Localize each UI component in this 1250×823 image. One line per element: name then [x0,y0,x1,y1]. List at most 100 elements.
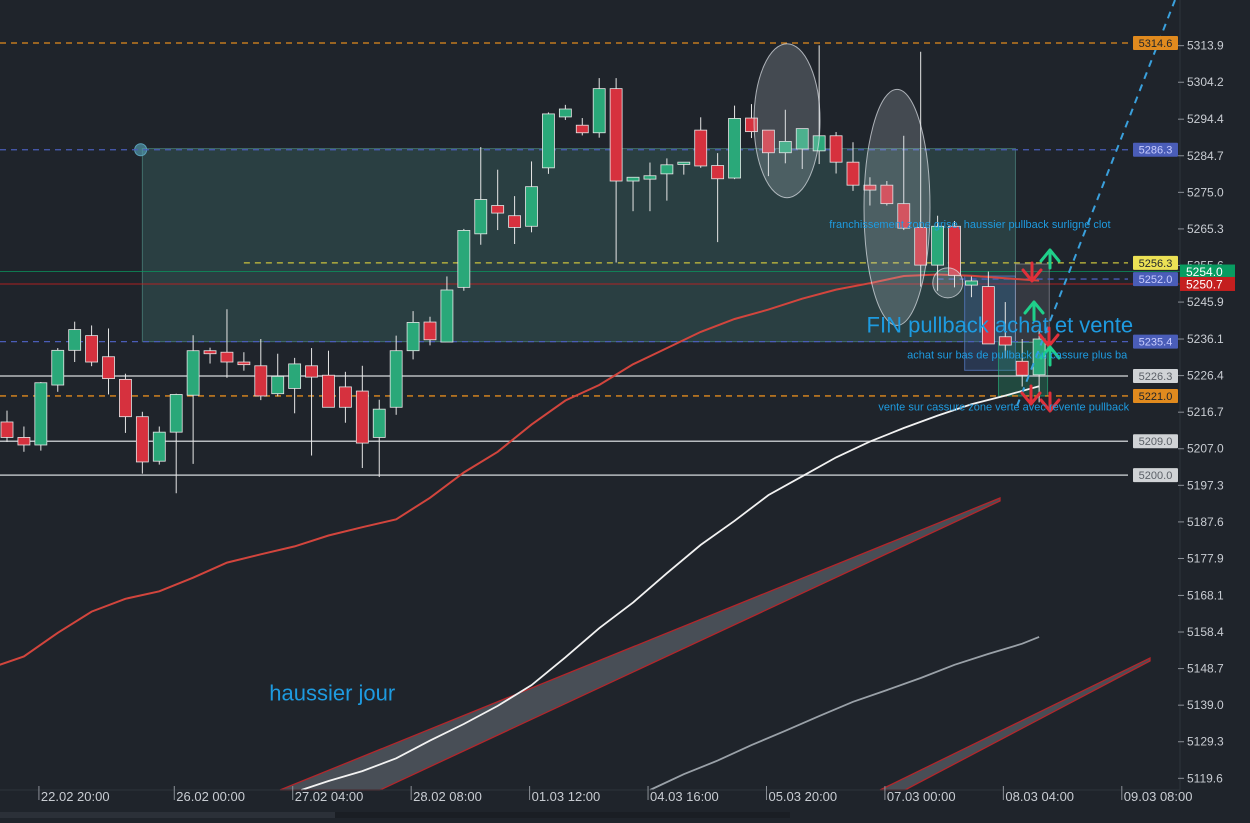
y-tick-label: 5158.4 [1187,625,1224,639]
bull-candle-body [931,225,944,266]
bull-candle-body [152,431,166,462]
bull-candle-body [728,118,741,179]
y-tick-label: 5148.7 [1187,662,1224,676]
bear-candle-body [711,165,725,180]
x-tick-label: 05.03 20:00 [768,789,837,804]
y-tick-label: 5129.3 [1187,735,1224,749]
bear-candle-body [220,351,234,363]
y-tick-label: 5226.4 [1187,369,1224,383]
y-tick-label: 5245.9 [1187,295,1224,309]
bear-candle-body [254,365,268,397]
bull-candle-body [34,382,48,446]
bull-candle-body [457,230,471,288]
bull-candle-body [525,186,538,227]
highlight-ellipse-1 [753,43,821,199]
x-tick-label: 09.03 08:00 [1124,789,1193,804]
x-tick-label: 07.03 00:00 [887,789,956,804]
bear-candle-body [0,421,14,438]
bull-candle-body [288,363,302,389]
annotation-text-3: achat sur bas de pullback ou cassure plu… [907,349,1128,361]
bear-candle-body [1015,360,1029,376]
bull-candle-body [677,161,691,165]
scrollbar-thumb [335,812,790,818]
bull-candle-body [406,322,420,352]
x-tick-label: 08.03 04:00 [1005,789,1074,804]
bear-candle-body [237,361,251,366]
y-tick-label: 5284.7 [1187,149,1224,163]
y-tick-label: 5177.9 [1187,551,1224,565]
bear-candle-body [203,350,217,355]
bull-candle-body [474,199,488,235]
annotation-text-5: haussier jour [269,681,395,706]
bull-candle-body [542,113,555,169]
y-tick-label: 5313.9 [1187,39,1224,53]
bull-candle-body [271,375,285,395]
candle-9 [152,426,166,465]
level-tag-label: 5209.0 [1139,436,1173,448]
y-tick-label: 5197.3 [1187,478,1224,492]
level-tag-label: 5252.0 [1139,274,1173,286]
bear-candle-body [998,336,1012,346]
x-tick-label: 26.02 00:00 [176,789,245,804]
level-tag-label: 5314.6 [1139,38,1173,50]
x-tick-label: 04.03 16:00 [650,789,719,804]
bull-candle-body [389,350,403,408]
candle-3 [51,348,65,392]
bear-candle-body [305,365,318,378]
y-tick-label: 5294.4 [1187,112,1224,126]
annotation-text-2: FIN pullback achat et vente [867,313,1134,338]
price-tag-label: 5250.7 [1186,277,1223,291]
annotation-text-1: franchissement zone grise, haussier pull… [829,219,1110,231]
level-tag-label: 5286.3 [1139,145,1173,157]
bull-candle-body [626,176,640,182]
bear-candle-body [85,335,98,363]
x-tick-label: 22.02 20:00 [41,789,110,804]
y-tick-label: 5304.2 [1187,75,1224,89]
bull-candle-body [558,108,572,118]
y-tick-label: 5236.1 [1187,332,1224,346]
bull-candle-body [660,164,674,175]
y-tick-label: 5207.0 [1187,442,1224,456]
bull-candle-body [68,329,82,351]
level-tag-label: 5235.4 [1139,337,1173,349]
candle-32 [542,112,555,174]
level-tag-label: 5256.3 [1139,258,1173,270]
bull-candle-body [372,408,386,438]
y-tick-label: 5187.6 [1187,515,1224,529]
highlight-ellipse-2 [863,88,931,326]
x-tick-label: 28.02 08:00 [413,789,482,804]
bear-candle-body [135,416,149,463]
level-tag-label: 5226.3 [1139,371,1173,383]
candlestick-chart[interactable]: franchissement zone grise, haussier pull… [0,0,1250,818]
bull-candle-body [51,349,65,386]
bear-candle-body [102,356,115,380]
candle-2 [34,382,48,451]
chart-area[interactable]: franchissement zone grise, haussier pull… [0,0,1250,818]
bull-candle-body [592,88,606,134]
bear-candle-body [119,378,132,418]
y-tick-label: 5216.7 [1187,405,1224,419]
bull-candle-body [186,350,200,396]
bull-candle-body [169,394,183,433]
highlight-circle [932,267,964,299]
y-tick-label: 5139.0 [1187,698,1224,712]
bear-candle-body [609,88,623,182]
bull-candle-body [965,280,978,286]
level-tag-label: 5221.0 [1139,391,1173,403]
bear-candle-body [829,135,843,163]
x-tick-label: 01.03 12:00 [532,789,601,804]
bear-candle-body [17,437,31,446]
candle-27 [457,228,471,291]
level-tag-label: 5200.0 [1139,470,1173,482]
bear-candle-body [694,129,708,167]
bear-candle-body [508,215,522,228]
bear-candle-body [846,161,860,186]
y-tick-label: 5168.1 [1187,588,1224,602]
bear-candle-body [575,124,589,134]
bull-candle-body [643,175,657,180]
bull-candle-body [440,289,454,343]
bear-candle-body [322,374,335,408]
x-tick-label: 27.02 04:00 [295,789,364,804]
bear-candle-body [423,321,437,341]
bear-candle-body [355,390,369,444]
